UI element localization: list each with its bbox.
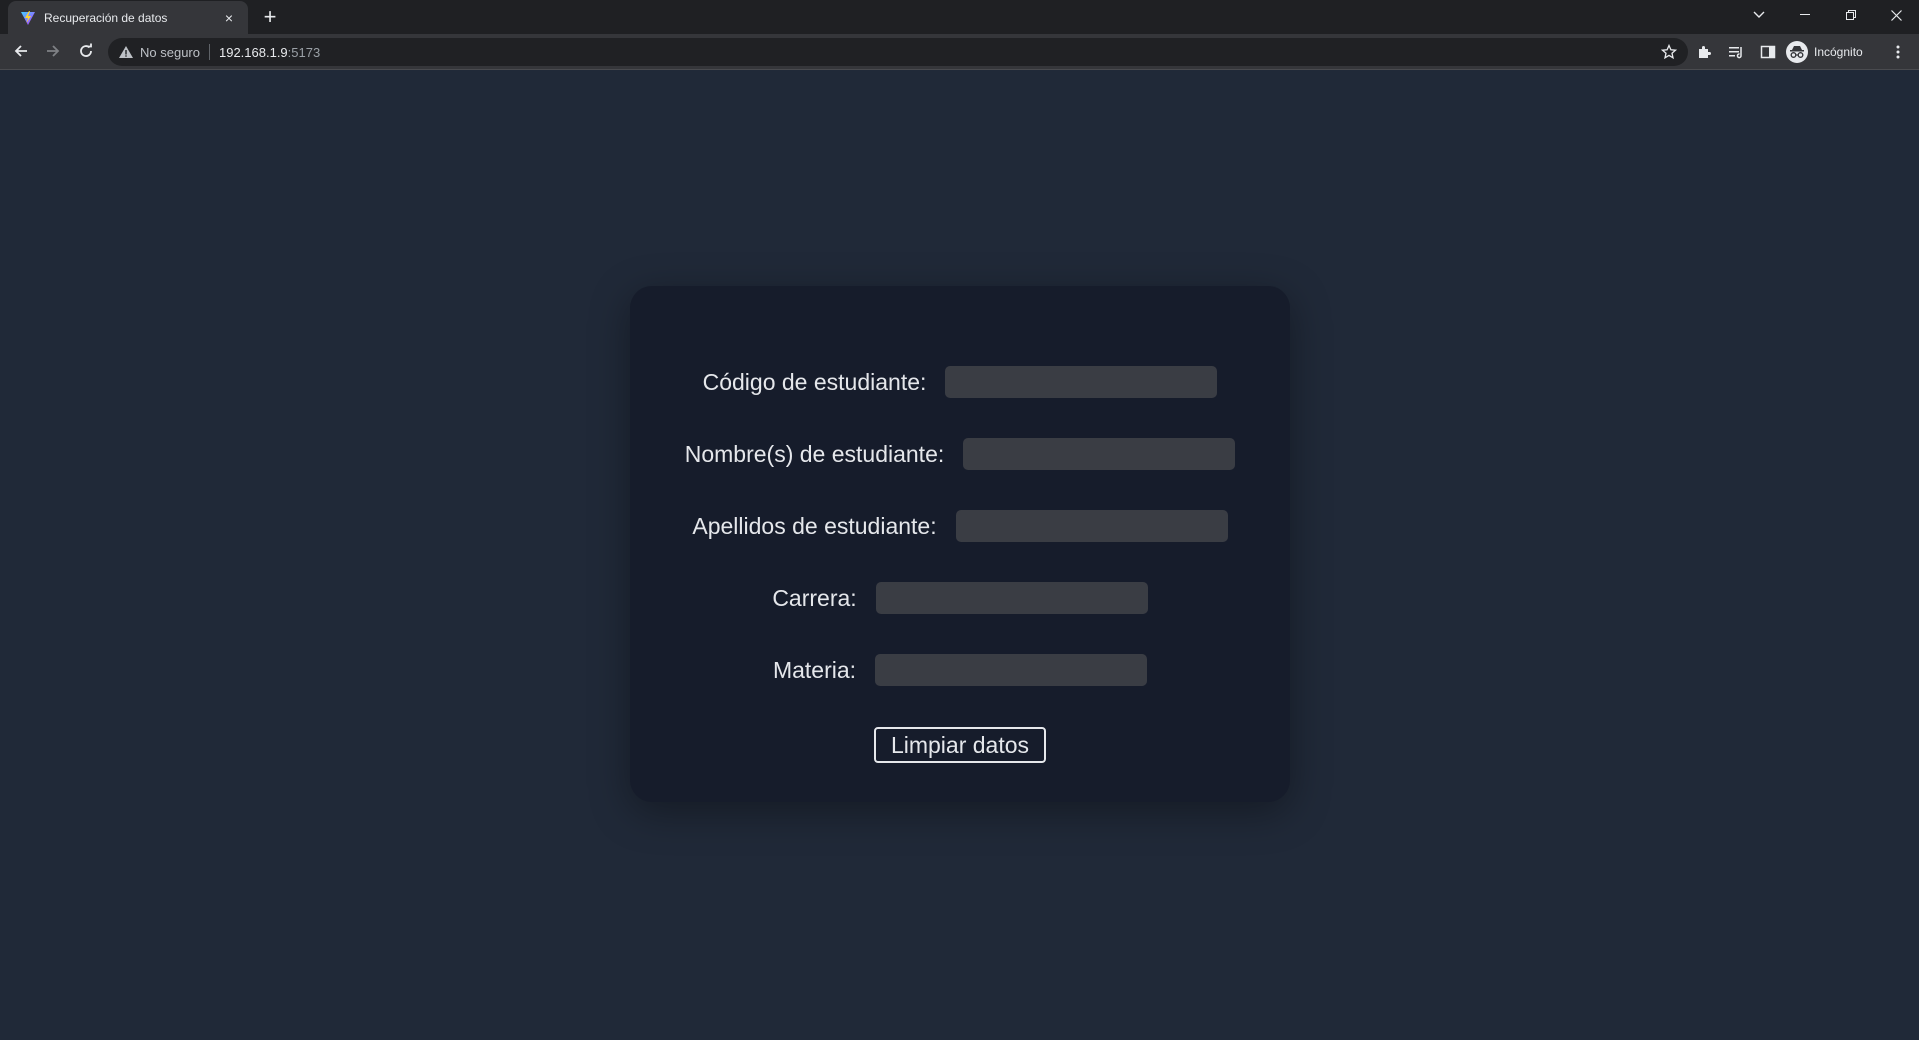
codigo-input[interactable] xyxy=(945,366,1218,398)
warning-icon xyxy=(118,44,134,60)
browser-tab[interactable]: Recuperación de datos × xyxy=(8,1,248,34)
close-tab-icon[interactable]: × xyxy=(220,9,238,27)
reload-icon[interactable] xyxy=(72,37,100,65)
more-menu-icon[interactable] xyxy=(1888,42,1908,62)
form-row-apellidos: Apellidos de estudiante: xyxy=(630,510,1290,542)
vite-logo-icon xyxy=(20,10,36,26)
apellidos-input[interactable] xyxy=(955,510,1228,542)
browser-toolbar: No seguro 192.168.1.9:5173 Incógnito xyxy=(0,34,1919,70)
nombres-label: Nombre(s) de estudiante: xyxy=(684,440,945,467)
restore-icon[interactable] xyxy=(1828,0,1874,30)
security-status[interactable]: No seguro xyxy=(140,45,200,60)
carrera-input[interactable] xyxy=(875,582,1148,614)
incognito-profile-button[interactable]: Incógnito xyxy=(1786,39,1863,65)
bookmark-star-icon[interactable] xyxy=(1660,43,1678,61)
tab-strip: Recuperación de datos × + xyxy=(0,0,1919,34)
incognito-label: Incógnito xyxy=(1814,45,1863,59)
materia-input[interactable] xyxy=(875,654,1148,686)
form-row-codigo: Código de estudiante: xyxy=(630,366,1290,398)
materia-label: Materia: xyxy=(772,656,857,683)
form-row-nombres: Nombre(s) de estudiante: xyxy=(630,438,1290,470)
back-arrow-icon[interactable] xyxy=(7,37,35,65)
nombres-input[interactable] xyxy=(963,438,1236,470)
form-row-materia: Materia: xyxy=(630,654,1290,686)
url-port: :5173 xyxy=(287,44,321,60)
student-form-card: Código de estudiante: Nombre(s) de estud… xyxy=(630,286,1290,802)
close-window-icon[interactable] xyxy=(1873,0,1919,30)
media-queue-icon[interactable] xyxy=(1726,42,1746,62)
codigo-label: Código de estudiante: xyxy=(702,368,927,395)
side-panel-icon[interactable] xyxy=(1758,42,1778,62)
clear-data-button[interactable]: Limpiar datos xyxy=(874,727,1046,763)
url-host: 192.168.1.9 xyxy=(218,44,288,60)
tab-search-icon[interactable] xyxy=(1736,0,1782,30)
apellidos-label: Apellidos de estudiante: xyxy=(692,512,937,539)
page-content: Código de estudiante: Nombre(s) de estud… xyxy=(0,71,1919,1040)
forward-arrow-icon[interactable] xyxy=(39,37,67,65)
minimize-icon[interactable] xyxy=(1782,0,1828,30)
address-bar[interactable]: No seguro 192.168.1.9:5173 xyxy=(108,38,1688,66)
carrera-label: Carrera: xyxy=(772,584,857,611)
tab-title: Recuperación de datos xyxy=(44,10,168,25)
address-separator xyxy=(208,44,210,60)
extensions-puzzle-icon[interactable] xyxy=(1694,42,1714,62)
form-row-carrera: Carrera: xyxy=(630,582,1290,614)
incognito-icon xyxy=(1786,41,1808,63)
new-tab-button[interactable]: + xyxy=(258,5,282,29)
